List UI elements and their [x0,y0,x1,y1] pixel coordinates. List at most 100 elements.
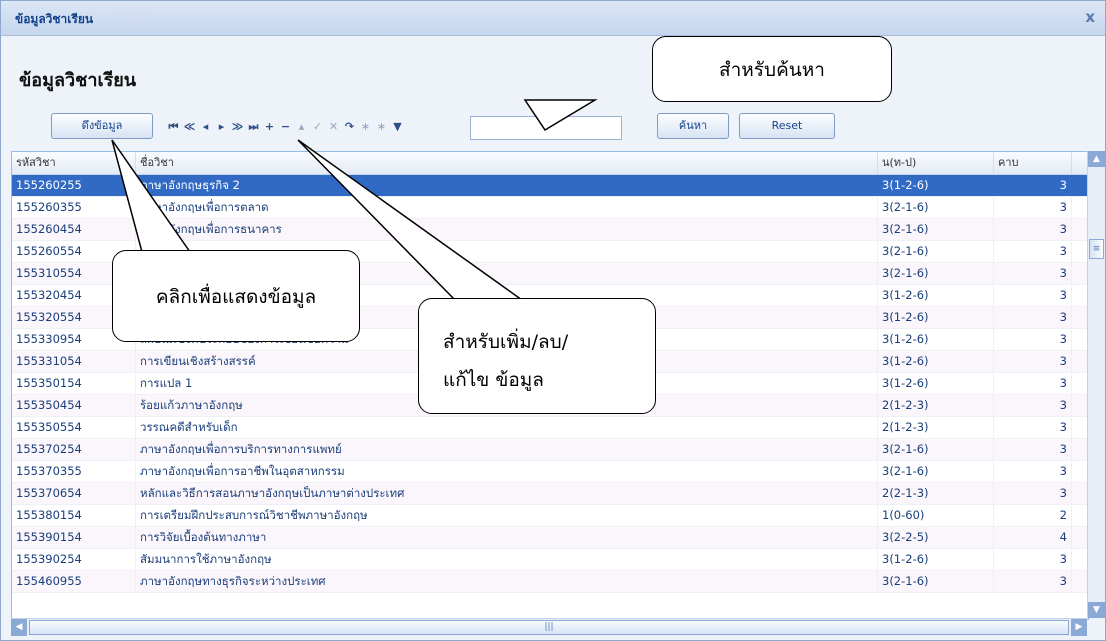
cell-credit: 2(1-2-3) [878,417,994,438]
scroll-down-icon[interactable]: ▼ [1088,602,1105,618]
cell-credit: 3(2-1-6) [878,219,994,240]
grid-header: รหัสวิชา ชื่อวิชา น(ท-ป) คาบ [12,152,1088,175]
cell-code: 155390254 [12,549,136,570]
cell-code: 155350454 [12,395,136,416]
cell-code: 155260454 [12,219,136,240]
column-header-credit[interactable]: น(ท-ป) [878,152,994,174]
nav-cancel-icon: ✕ [328,120,339,133]
cell-credit: 3(1-2-6) [878,329,994,350]
edit-callout-line1: สำหรับเพิ่ม/ลบ/ [443,331,569,353]
cell-hours: 3 [994,241,1072,262]
cell-code: 155260255 [12,175,136,196]
window-title: ข้อมูลวิชาเรียน [15,12,94,26]
page-title: ข้อมูลวิชาเรียน [19,70,137,91]
cell-credit: 3(2-2-5) [878,527,994,548]
search-button[interactable]: ค้นหา [657,113,729,139]
window-title-ghost: MOA! [117,10,154,24]
cell-credit: 2(1-2-3) [878,395,994,416]
nav-refresh-icon[interactable]: ↷ [343,118,356,136]
fetch-data-button[interactable]: ดึงข้อมูล [51,113,153,139]
vertical-scrollbar[interactable]: ▲ ≡ ▼ [1087,151,1105,618]
cell-code: 155460955 [12,571,136,592]
cell-hours: 3 [994,549,1072,570]
cell-code: 155390154 [12,527,136,548]
table-row[interactable]: 155390254 สัมมนาการใช้ภาษาอังกฤษ 3(1-2-6) 3 [12,549,1088,571]
column-header-name[interactable]: ชื่อวิชา [136,152,878,174]
edit-callout-line2: แก้ไข ข้อมูล [443,369,544,391]
cell-name: หลักและวิธีการสอนภาษาอังกฤษเป็นภาษาต่างป… [136,483,878,504]
cell-credit: 3(2-1-6) [878,439,994,460]
cell-hours: 3 [994,175,1072,196]
cell-hours: 3 [994,351,1072,372]
scroll-right-icon[interactable]: ▶ [1071,619,1087,636]
cell-hours: 3 [994,307,1072,328]
search-input[interactable] [470,116,622,140]
record-navigation-toolbar: ⏮ ≪ ◂ ▸ ≫ ⏭ + − ▴ ✓ ✕ ↷ ∗ ∗ ▼ [167,118,404,136]
cell-credit: 3(1-2-6) [878,549,994,570]
cell-hours: 4 [994,527,1072,548]
table-row[interactable]: 155460955 ภาษาอังกฤษทางธุรกิจระหว่างประเท… [12,571,1088,593]
nav-filter-icon[interactable]: ▼ [391,118,404,136]
column-header-code[interactable]: รหัสวิชา [12,152,136,174]
nav-up-icon: ▴ [298,120,305,133]
cell-hours: 3 [994,373,1072,394]
nav-prev-icon[interactable]: ◂ [199,118,212,136]
cell-name: ภาษาอังกฤษเพื่อการอาชีพในอุตสาหกรรม [136,461,878,482]
reset-button[interactable]: Reset [739,113,835,139]
close-icon[interactable]: x [1085,8,1095,26]
nav-next-icon[interactable]: ▸ [215,118,228,136]
nav-prev-page-icon[interactable]: ≪ [183,118,196,136]
horizontal-scrollbar[interactable]: ◀ ||| ▶ [11,618,1087,636]
table-row[interactable]: 155260255 ภาษาอังกฤษธุรกิจ 2 3(1-2-6) 3 [12,175,1088,197]
nav-last-icon[interactable]: ⏭ [247,118,260,136]
nav-delete-icon[interactable]: − [279,118,292,136]
hscroll-thumb[interactable]: ||| [29,620,1069,635]
cell-credit: 3(2-1-6) [878,197,994,218]
nav-asterisk-icon: ∗ [360,120,371,133]
table-row[interactable]: 155370654 หลักและวิธีการสอนภาษาอังกฤษเป็น… [12,483,1088,505]
cell-name: การวิจัยเบื้องต้นทางภาษา [136,527,878,548]
cell-hours: 3 [994,571,1072,592]
cell-credit: 3(2-1-6) [878,571,994,592]
cell-credit: 2(2-1-3) [878,483,994,504]
cell-name: สัมมนาการใช้ภาษาอังกฤษ [136,549,878,570]
nav-confirm-icon: ✓ [312,120,323,133]
cell-credit: 3(2-1-6) [878,241,994,262]
nav-add-icon[interactable]: + [263,118,276,136]
table-row[interactable]: 155260355 ภาษาอังกฤษเพื่อการตลาด 3(2-1-6) 3 [12,197,1088,219]
cell-hours: 2 [994,505,1072,526]
nav-next-page-icon[interactable]: ≫ [231,118,244,136]
cell-hours: 3 [994,197,1072,218]
scroll-left-icon[interactable]: ◀ [11,619,27,636]
table-row[interactable]: 155390154 การวิจัยเบื้องต้นทางภาษา 3(2-2-5… [12,527,1088,549]
cell-code: 155370654 [12,483,136,504]
nav-first-icon[interactable]: ⏮ [167,118,180,136]
table-row[interactable]: 155370254 ภาษาอังกฤษเพื่อการบริการทางการแ… [12,439,1088,461]
cell-name: ภาษาอังกฤษทางธุรกิจระหว่างประเทศ [136,571,878,592]
cell-hours: 3 [994,417,1072,438]
cell-name: ภาษาอังกฤษเพื่อการตลาด [136,197,878,218]
cell-credit: 3(1-2-6) [878,351,994,372]
scroll-thumb[interactable]: ≡ [1089,239,1104,259]
cell-code: 155370254 [12,439,136,460]
table-row[interactable]: 155260454 ภาษาอังกฤษเพื่อการธนาคาร 3(2-1-6… [12,219,1088,241]
cell-hours: 3 [994,329,1072,350]
cell-credit: 3(1-2-6) [878,307,994,328]
search-callout: สำหรับค้นหา [652,36,892,102]
cell-code: 155380154 [12,505,136,526]
table-row[interactable]: 155380154 การเตรียมฝึกประสบการณ์วิชาชีพภา… [12,505,1088,527]
window-titlebar[interactable]: ข้อมูลวิชาเรียน MOA! x [1,1,1105,36]
cell-name: วรรณคดีสำหรับเด็ก [136,417,878,438]
cell-credit: 3(2-1-6) [878,461,994,482]
edit-callout: สำหรับเพิ่ม/ลบ/ แก้ไข ข้อมูล [418,298,656,414]
cell-code: 155350154 [12,373,136,394]
column-header-hours[interactable]: คาบ [994,152,1072,174]
cell-credit: 1(0-60) [878,505,994,526]
scroll-up-icon[interactable]: ▲ [1088,151,1105,167]
cell-code: 155350554 [12,417,136,438]
cell-credit: 3(1-2-6) [878,285,994,306]
cell-credit: 3(2-1-6) [878,263,994,284]
table-row[interactable]: 155350554 วรรณคดีสำหรับเด็ก 2(1-2-3) 3 [12,417,1088,439]
cell-hours: 3 [994,483,1072,504]
table-row[interactable]: 155370355 ภาษาอังกฤษเพื่อการอาชีพในอุตสาห… [12,461,1088,483]
